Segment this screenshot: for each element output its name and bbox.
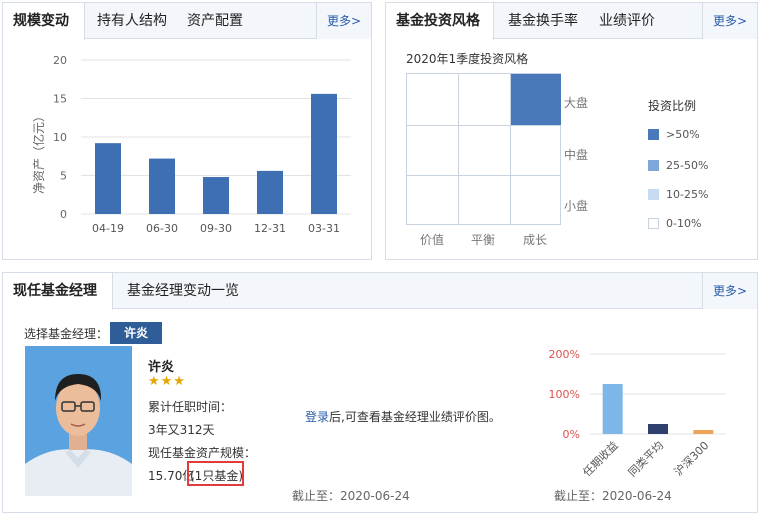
- aum-label: 现任基金资产规模：: [148, 446, 257, 460]
- manager-photo: [25, 346, 132, 496]
- y-axis-label: 净资产（亿元）: [31, 110, 46, 194]
- x-tick-label: 沪深300: [671, 438, 711, 478]
- legend-swatch: [648, 129, 659, 140]
- login-prompt: 登录后,可查看基金经理业绩评价图。: [305, 408, 501, 425]
- login-link[interactable]: 登录: [305, 410, 329, 424]
- tab-scale-change[interactable]: 规模变动: [3, 3, 85, 40]
- legend-swatch: [648, 189, 659, 200]
- x-tick-label: 03-31: [308, 222, 340, 235]
- manager-tabbar: 现任基金经理 基金经理变动一览 更多>: [3, 273, 757, 310]
- login-prompt-text: 后,可查看基金经理业绩评价图。: [329, 410, 501, 424]
- y-tick-label: 20: [53, 54, 67, 67]
- row-label-mid: 中盘: [564, 148, 589, 162]
- as-of-date-right: 截止至：2020-06-24: [554, 489, 672, 503]
- style-more-link[interactable]: 更多>: [701, 3, 757, 39]
- x-tick-label: 同类平均: [625, 438, 666, 479]
- bar[interactable]: [648, 424, 668, 434]
- bar[interactable]: [149, 158, 175, 214]
- tenure-label: 累计任职时间：: [148, 400, 233, 414]
- tab-performance[interactable]: 业绩评价: [589, 3, 665, 39]
- legend-title: 投资比例: [648, 99, 697, 113]
- scale-bar-chart: 净资产（亿元） 0 5 10 15 20 04-19 06-30 09-30 12-31 03-3…: [31, 54, 351, 235]
- bar[interactable]: [203, 177, 229, 214]
- grid-divider: [407, 175, 560, 176]
- style-grid: [406, 73, 561, 225]
- x-tick-label: 任期收益: [580, 438, 621, 479]
- legend-label: >50%: [666, 128, 700, 141]
- y-tick-label: 200%: [549, 348, 580, 361]
- tab-turnover[interactable]: 基金换手率: [498, 3, 588, 39]
- tab-asset-allocation[interactable]: 资产配置: [177, 3, 253, 39]
- tab-manager-changes[interactable]: 基金经理变动一览: [117, 273, 249, 309]
- col-label-growth: 成长: [523, 233, 548, 247]
- legend-label: 25-50%: [666, 159, 709, 172]
- scale-panel: 规模变动 持有人结构 资产配置 更多> 净资产（亿元） 0 5 10 15 20 04-1…: [2, 2, 372, 260]
- y-tick-label: 10: [53, 131, 67, 144]
- bar[interactable]: [257, 170, 283, 214]
- legend-swatch: [648, 218, 659, 229]
- highlight-box: [187, 461, 244, 486]
- manager-select-button[interactable]: 许炎: [110, 322, 162, 344]
- performance-bar-chart: 0% 100% 200% 任期收益 同类平均 沪深300: [549, 348, 726, 479]
- bar[interactable]: [95, 143, 121, 214]
- grid-cell-large-growth: [510, 74, 561, 125]
- y-tick-label: 15: [53, 93, 67, 106]
- x-tick-label: 06-30: [146, 222, 178, 235]
- tab-holder-structure[interactable]: 持有人结构: [87, 3, 177, 39]
- style-tabbar: 基金投资风格 基金换手率 业绩评价 更多>: [386, 3, 757, 40]
- x-tick-label: 12-31: [254, 222, 286, 235]
- grid-divider: [510, 74, 511, 224]
- y-tick-label: 0: [60, 208, 67, 221]
- manager-name[interactable]: 许炎: [148, 356, 174, 375]
- style-box-title: 2020年1季度投资风格: [406, 52, 529, 66]
- scale-tabbar: 规模变动 持有人结构 资产配置 更多>: [3, 3, 371, 40]
- x-tick-label: 04-19: [92, 222, 124, 235]
- style-panel: 基金投资风格 基金换手率 业绩评价 更多> 2020年1季度投资风格 大盘 中盘…: [385, 2, 758, 260]
- y-tick-label: 0%: [563, 428, 580, 441]
- bar[interactable]: [602, 384, 623, 434]
- grid-divider: [407, 125, 560, 126]
- bar[interactable]: [693, 430, 714, 434]
- col-label-value: 价值: [420, 233, 445, 247]
- col-label-balanced: 平衡: [471, 233, 496, 247]
- legend-label: 0-10%: [666, 217, 702, 230]
- y-tick-label: 5: [60, 170, 67, 183]
- tenure-value: 3年又312天: [148, 423, 215, 437]
- select-manager-label: 选择基金经理：: [24, 327, 109, 341]
- grid-divider: [458, 74, 459, 224]
- y-tick-label: 100%: [549, 388, 580, 401]
- rating-stars: ★★★: [148, 374, 186, 389]
- tab-current-manager[interactable]: 现任基金经理: [3, 273, 113, 310]
- row-label-large: 大盘: [564, 96, 589, 110]
- tab-investment-style[interactable]: 基金投资风格: [386, 3, 494, 40]
- legend-label: 10-25%: [666, 188, 709, 201]
- row-label-small: 小盘: [564, 199, 589, 213]
- as-of-date-left: 截止至：2020-06-24: [292, 489, 410, 503]
- bar[interactable]: [311, 93, 337, 214]
- legend-swatch: [648, 160, 659, 171]
- scale-more-link[interactable]: 更多>: [315, 3, 371, 39]
- x-tick-label: 09-30: [200, 222, 232, 235]
- manager-more-link[interactable]: 更多>: [701, 273, 757, 309]
